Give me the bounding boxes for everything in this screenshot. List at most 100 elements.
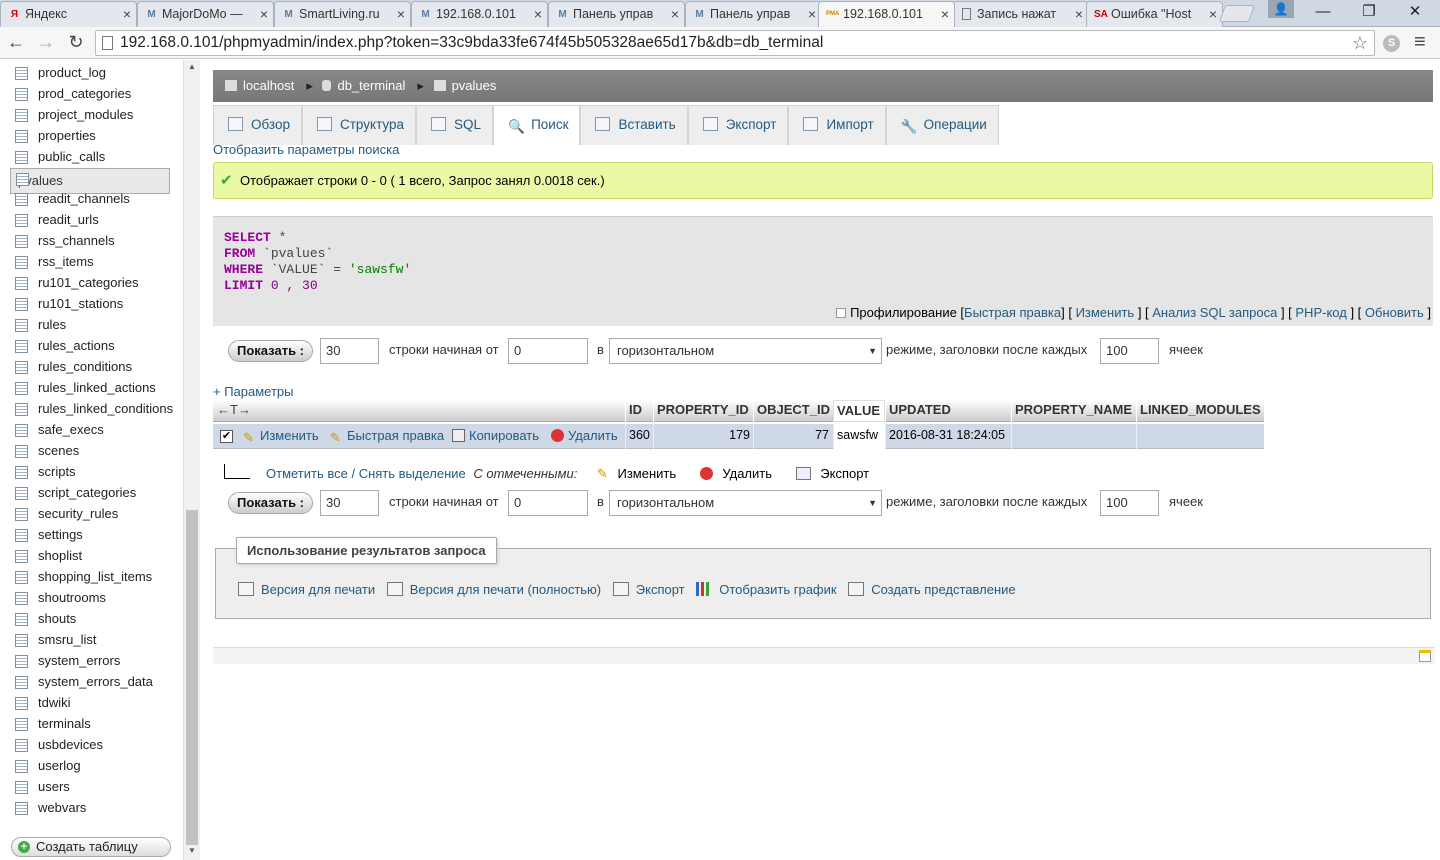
close-tab-icon[interactable]: × <box>671 2 679 26</box>
sidebar-scrollbar[interactable]: ▲ ▼ <box>183 60 200 860</box>
sidebar-item-usbdevices[interactable]: usbdevices <box>10 735 170 755</box>
options-link[interactable]: + Параметры <box>213 384 294 399</box>
breadcrumb-db[interactable]: db_terminal <box>337 70 405 102</box>
table-icon[interactable] <box>15 130 28 143</box>
browser-tab[interactable]: M MajorDoMo — × <box>137 1 274 27</box>
sidebar-item-users[interactable]: users <box>10 777 170 797</box>
row-edit-link[interactable]: ✎ Изменить <box>243 424 319 449</box>
table-icon[interactable] <box>15 235 28 248</box>
column-header[interactable]: PROPERTY_ID <box>653 400 753 422</box>
close-tab-icon[interactable]: × <box>123 2 131 26</box>
sidebar-item-rss-items[interactable]: rss_items <box>10 252 170 272</box>
cell-value[interactable]: sawsfw <box>833 424 885 449</box>
sidebar-item-readit-channels[interactable]: readit_channels <box>10 189 170 209</box>
uncheck-all-link[interactable]: Снять выделение <box>359 466 466 481</box>
create-table-button[interactable]: + Создать таблицу <box>11 837 171 857</box>
scroll-up-icon[interactable]: ▲ <box>188 62 196 71</box>
cell-id[interactable]: 360 <box>625 424 653 449</box>
table-icon[interactable] <box>15 487 28 500</box>
sql-keyword[interactable]: FROM <box>224 246 255 261</box>
browser-tab[interactable]: M Панель управ × <box>685 1 822 27</box>
sidebar-item-system-errors-data[interactable]: system_errors_data <box>10 672 170 692</box>
sidebar-item-prod-categories[interactable]: prod_categories <box>10 84 170 104</box>
sidebar-item-project-modules[interactable]: project_modules <box>10 105 170 125</box>
new-tab-button[interactable] <box>1218 5 1256 22</box>
sidebar-item-tdwiki[interactable]: tdwiki <box>10 693 170 713</box>
row-copy-link[interactable]: Копировать <box>452 424 539 449</box>
sidebar-item-scenes[interactable]: scenes <box>10 441 170 461</box>
export-link[interactable]: Экспорт <box>636 582 685 597</box>
table-icon[interactable] <box>15 298 28 311</box>
table-icon[interactable] <box>15 550 28 563</box>
sidebar-item-script-categories[interactable]: script_categories <box>10 483 170 503</box>
cell-updated[interactable]: 2016-08-31 18:24:05 <box>885 424 1011 449</box>
tab-browse[interactable]: Обзор <box>213 105 302 145</box>
row-checkbox[interactable]: ✔ <box>220 430 233 443</box>
explain-sql-link[interactable]: Анализ SQL запроса <box>1152 305 1277 320</box>
table-icon[interactable] <box>15 718 28 731</box>
sidebar-item-readit-urls[interactable]: readit_urls <box>10 210 170 230</box>
close-tab-icon[interactable]: × <box>808 2 816 26</box>
sidebar-item-settings[interactable]: settings <box>10 525 170 545</box>
inline-edit-link[interactable]: Быстрая правка <box>964 305 1061 320</box>
repeat-headers-input[interactable]: 100 <box>1100 338 1159 364</box>
table-icon[interactable] <box>15 781 28 794</box>
display-mode-select-bottom[interactable]: горизонтальном ▼ <box>609 490 882 516</box>
tab-sql[interactable]: SQL <box>416 105 494 145</box>
sidebar-item-public-calls[interactable]: public_calls <box>10 147 170 167</box>
close-tab-icon[interactable]: × <box>1209 2 1217 26</box>
address-bar[interactable]: 192.168.0.101/phpmyadmin/index.php?token… <box>95 30 1375 56</box>
table-icon[interactable] <box>15 256 28 269</box>
start-row-input[interactable]: 0 <box>508 338 588 364</box>
table-icon[interactable] <box>15 592 28 605</box>
display-chart-link[interactable]: Отобразить график <box>719 582 836 597</box>
column-header[interactable]: LINKED_MODULES <box>1136 400 1264 422</box>
browser-tab[interactable]: Запись нажат × <box>952 1 1089 27</box>
refresh-link[interactable]: Обновить <box>1365 305 1424 320</box>
sidebar-item-userlog[interactable]: userlog <box>10 756 170 776</box>
row-inline-edit-link[interactable]: ✎ Быстрая правка <box>330 424 444 449</box>
back-icon[interactable]: ← <box>4 31 28 55</box>
table-icon[interactable] <box>15 382 28 395</box>
column-header[interactable]: UPDATED <box>885 400 1011 422</box>
bookmark-star-icon[interactable]: ☆ <box>1352 31 1368 55</box>
scroll-down-icon[interactable]: ▼ <box>188 846 196 855</box>
create-view-link[interactable]: Создать представление <box>871 582 1015 597</box>
sidebar-item-shoplist[interactable]: shoplist <box>10 546 170 566</box>
sql-keyword[interactable]: LIMIT <box>224 278 263 293</box>
table-icon[interactable] <box>15 193 28 206</box>
row-delete-link[interactable]: Удалить <box>551 424 618 449</box>
rows-input[interactable]: 30 <box>320 338 379 364</box>
table-icon[interactable] <box>15 424 28 437</box>
tab-insert[interactable]: Вставить <box>580 105 688 145</box>
column-header[interactable]: OBJECT_ID <box>753 400 832 422</box>
breadcrumb-table[interactable]: pvalues <box>452 70 497 102</box>
table-icon[interactable] <box>15 634 28 647</box>
minimize-icon[interactable]: — <box>1300 0 1346 26</box>
show-search-criteria-link[interactable]: Отобразить параметры поиска <box>213 142 399 157</box>
tab-search[interactable]: 🔍 Поиск <box>493 105 581 145</box>
close-tab-icon[interactable]: × <box>941 2 949 26</box>
table-icon[interactable] <box>16 173 29 186</box>
table-icon[interactable] <box>15 697 28 710</box>
print-view-full-link[interactable]: Версия для печати (полностью) <box>410 582 601 597</box>
close-tab-icon[interactable]: × <box>397 2 405 26</box>
console-toggle-icon[interactable] <box>1419 650 1431 662</box>
reload-icon[interactable]: ↻ <box>64 31 88 55</box>
table-icon[interactable] <box>15 466 28 479</box>
sidebar-item-webvars[interactable]: webvars <box>10 798 170 818</box>
sidebar-item-rules-actions[interactable]: rules_actions <box>10 336 170 356</box>
table-icon[interactable] <box>15 760 28 773</box>
sidebar-item-ru101-stations[interactable]: ru101_stations <box>10 294 170 314</box>
sidebar-item-rules[interactable]: rules <box>10 315 170 335</box>
bulk-edit-button[interactable]: Изменить <box>617 466 676 481</box>
column-header[interactable]: ID <box>625 400 653 422</box>
sidebar-item-system-errors[interactable]: system_errors <box>10 651 170 671</box>
tab-import[interactable]: Импорт <box>788 105 886 145</box>
bulk-delete-button[interactable]: Удалить <box>722 466 772 481</box>
table-icon[interactable] <box>15 676 28 689</box>
table-icon[interactable] <box>15 403 28 416</box>
close-tab-icon[interactable]: × <box>534 2 542 26</box>
sidebar-item-shouts[interactable]: shouts <box>10 609 170 629</box>
table-icon[interactable] <box>15 214 28 227</box>
